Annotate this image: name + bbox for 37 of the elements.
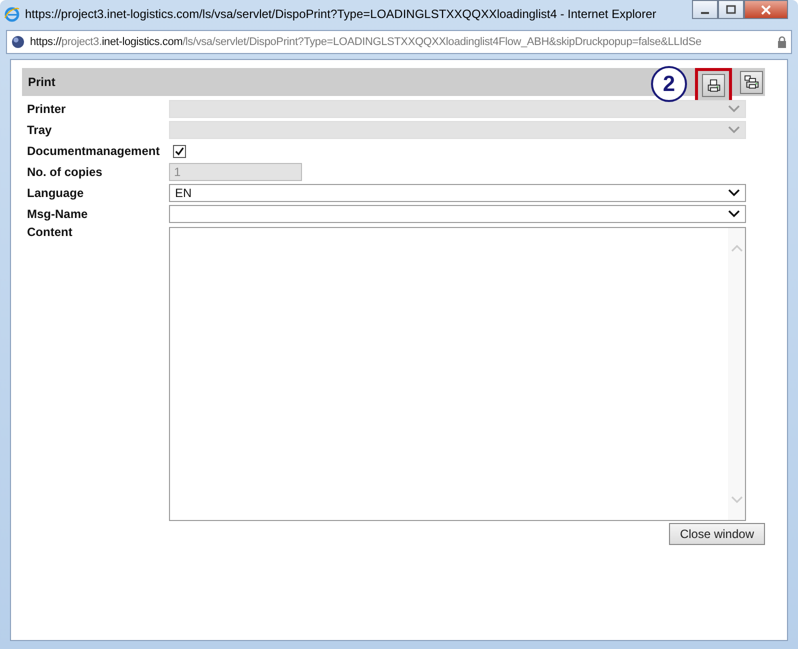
maximize-icon (726, 4, 736, 14)
field-value: 1 (174, 165, 181, 179)
chevron-down-icon (728, 210, 740, 218)
scroll-up-icon (730, 244, 742, 252)
scroll-down-icon (730, 496, 742, 504)
step-callout: 2 (651, 66, 687, 102)
checkbox[interactable] (173, 144, 186, 158)
address-bar[interactable]: https://project3.inet-logistics.com/ls/vsa/servlet/DispoPrint?Type=LOADINGLSTXXQQXXloadinglist4Flow_ABH&skipDruckpopup=false&LLIdSe (6, 30, 792, 54)
lock-icon (777, 36, 787, 48)
print-button[interactable] (740, 70, 763, 94)
printers-icon (744, 75, 760, 89)
globe-icon (11, 35, 25, 49)
maximize-button[interactable] (718, 0, 744, 19)
print-button[interactable] (702, 74, 725, 97)
chevron-down-icon (728, 105, 740, 113)
chevron-down-icon (728, 189, 740, 197)
field-label: Tray (26, 123, 53, 137)
browser-logo-icon (4, 6, 20, 22)
field-label: Msg-Name (26, 207, 89, 221)
field-label: No. of copies (26, 165, 104, 179)
field-label: Language (26, 186, 85, 200)
url-text: https://project3.inet-logistics.com/ls/vsa/servlet/DispoPrint?Type=LOADINGLSTXXQQXXloadinglist4Flow_ABH&skipDruckpopup=false&LLIdSe (30, 36, 702, 48)
field-label: Documentmanagement (26, 144, 161, 158)
dropdown-field[interactable]: EN (169, 184, 746, 202)
field-value: EN (175, 186, 192, 200)
close-icon (761, 4, 771, 14)
field-label: Content (26, 225, 74, 239)
chevron-down-icon (728, 126, 740, 134)
window-title: https://project3.inet-logistics.com/ls/vsa/servlet/DispoPrint?Type=LOADINGLSTXXQQXXloadinglist4 - Internet Explorer (25, 7, 656, 21)
dropdown-field[interactable] (169, 205, 746, 223)
close-window-button[interactable]: Close window (668, 523, 765, 545)
close-button[interactable] (744, 0, 788, 19)
minimize-icon (701, 12, 709, 14)
field-label: Printer (26, 102, 67, 116)
minimize-button[interactable] (692, 0, 718, 19)
printer-icon (706, 78, 720, 92)
panel-title: Print (28, 75, 56, 89)
